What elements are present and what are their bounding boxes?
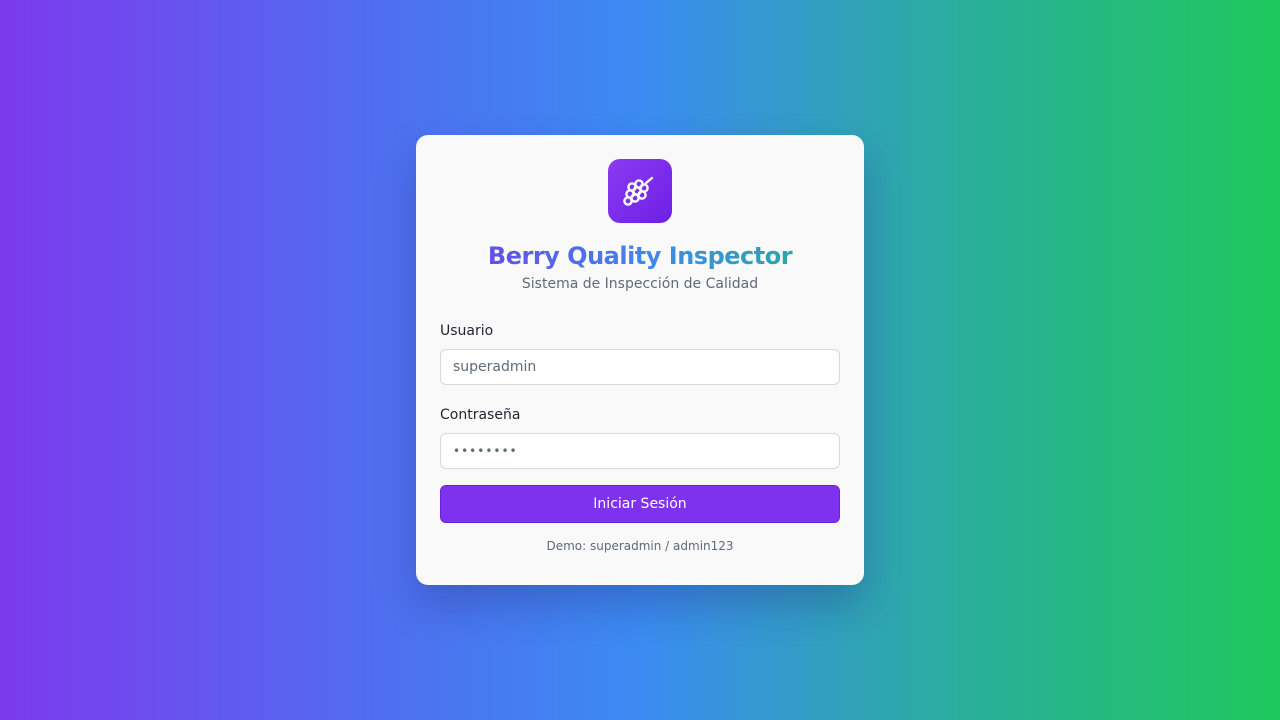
password-input[interactable] xyxy=(440,433,840,469)
grapes-icon xyxy=(623,176,654,206)
password-label: Contraseña xyxy=(440,407,521,423)
app-subtitle: Sistema de Inspección de Calidad xyxy=(521,276,759,292)
app-title: Berry Quality Inspector xyxy=(440,240,840,272)
demo-credentials-hint: Demo: superadmin / admin123 xyxy=(546,539,734,553)
username-input[interactable] xyxy=(440,349,840,385)
login-card: Berry Quality Inspector Sistema de Inspe… xyxy=(416,135,864,585)
username-label: Usuario xyxy=(440,323,494,339)
app-logo xyxy=(608,159,672,223)
login-button[interactable]: Iniciar Sesión xyxy=(440,485,840,523)
